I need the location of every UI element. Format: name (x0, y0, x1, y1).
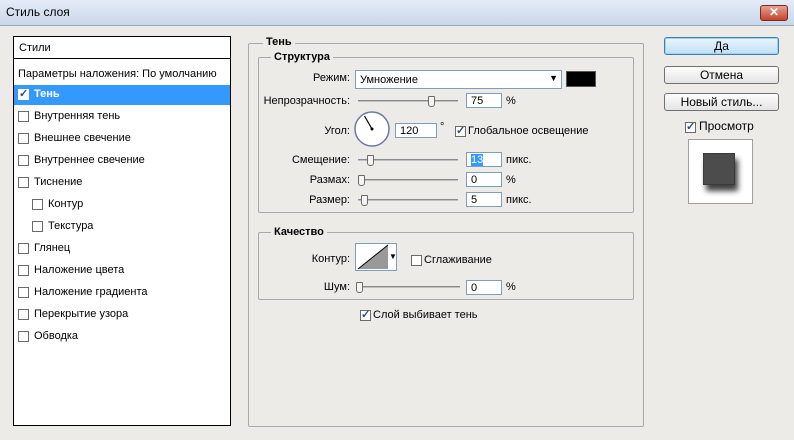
style-item-label: Текстура (48, 220, 94, 232)
size-unit: пикс. (506, 194, 532, 206)
blend-mode-label: Режим: (313, 72, 350, 84)
opacity-slider[interactable] (358, 96, 458, 107)
size-label: Размер: (309, 194, 350, 206)
ok-button[interactable]: Да (664, 37, 779, 55)
dialog-body: Стили Параметры наложения: По умолчанию … (0, 26, 794, 440)
opacity-input[interactable]: 75 (466, 93, 502, 108)
style-item[interactable]: Перекрытие узора (14, 305, 230, 325)
blend-mode-value: Умножение (360, 74, 418, 86)
style-item[interactable]: Наложение градиента (14, 283, 230, 303)
styles-header[interactable]: Стили (14, 37, 230, 59)
style-item[interactable]: Глянец (14, 239, 230, 259)
distance-input[interactable]: 13 (466, 152, 502, 167)
angle-dial[interactable] (353, 110, 391, 148)
style-item[interactable]: Внутреннее свечение (14, 151, 230, 171)
style-item-label: Глянец (34, 242, 71, 254)
style-item[interactable]: Внутренняя тень (14, 107, 230, 127)
style-item-checkbox[interactable] (18, 111, 29, 122)
style-preview (688, 139, 753, 204)
shadow-group-label: Тень (263, 36, 295, 48)
spread-input[interactable]: 0 (466, 172, 502, 187)
style-item[interactable]: Обводка (14, 327, 230, 347)
style-item[interactable]: Текстура (14, 217, 230, 237)
style-item-checkbox[interactable] (18, 177, 29, 188)
style-item-label: Тень (34, 88, 60, 100)
style-item[interactable]: Контур (14, 195, 230, 215)
opacity-unit: % (506, 95, 516, 107)
style-item-checkbox[interactable] (18, 243, 29, 254)
distance-unit: пикс. (506, 154, 532, 166)
close-icon: ✕ (768, 5, 780, 19)
noise-unit: % (506, 281, 516, 293)
opacity-label: Непрозрачность: (263, 95, 350, 107)
style-item-label: Наложение цвета (34, 264, 125, 276)
antialias-label: Сглаживание (424, 254, 492, 266)
chevron-down-icon: ▼ (389, 252, 397, 261)
style-item[interactable]: Тиснение (14, 173, 230, 193)
style-item-checkbox[interactable] (18, 265, 29, 276)
style-item-checkbox[interactable] (18, 287, 29, 298)
spread-unit: % (506, 174, 516, 186)
style-item-label: Контур (48, 198, 84, 210)
style-item-label: Тиснение (34, 176, 83, 188)
distance-slider[interactable] (358, 155, 458, 166)
style-item-checkbox[interactable] (18, 309, 29, 320)
preview-checkbox[interactable] (685, 120, 696, 133)
styles-list: Стили Параметры наложения: По умолчанию … (13, 36, 231, 426)
style-item[interactable]: Тень (14, 85, 230, 105)
contour-label: Контур: (311, 253, 350, 265)
title-bar: Стиль слоя ✕ (0, 0, 794, 26)
contour-picker[interactable]: ▼ (355, 243, 397, 271)
size-input[interactable]: 5 (466, 192, 502, 207)
structure-group-label: Структура (271, 51, 333, 63)
style-item-label: Внутреннее свечение (34, 154, 145, 166)
window-title: Стиль слоя (6, 5, 70, 19)
opacity-slider-thumb[interactable] (428, 96, 435, 107)
style-item[interactable]: Внешнее свечение (14, 129, 230, 149)
style-item-checkbox[interactable] (18, 155, 29, 166)
angle-unit: ° (440, 121, 445, 133)
global-light-checkbox[interactable] (455, 124, 466, 137)
quality-group-label: Качество (271, 226, 327, 238)
noise-input[interactable]: 0 (466, 280, 502, 295)
blend-mode-select[interactable]: Умножение ▼ (355, 70, 562, 89)
contour-curve-icon (357, 244, 389, 270)
global-light-label: Глобальное освещение (468, 125, 589, 137)
noise-slider-thumb[interactable] (356, 282, 363, 293)
style-item-checkbox[interactable] (18, 87, 29, 100)
spread-label: Размах: (309, 174, 350, 186)
distance-value: 13 (471, 154, 484, 166)
knockout-checkbox[interactable] (360, 308, 371, 321)
style-item-checkbox[interactable] (18, 331, 29, 342)
style-item-label: Внутренняя тень (34, 110, 121, 122)
style-item-label: Перекрытие узора (34, 308, 129, 320)
style-item-label: Наложение градиента (34, 286, 148, 298)
noise-slider[interactable] (356, 282, 460, 293)
angle-label: Угол: (324, 125, 350, 137)
style-item-checkbox[interactable] (18, 133, 29, 144)
style-item[interactable]: Наложение цвета (14, 261, 230, 281)
shadow-color-swatch[interactable] (566, 71, 596, 87)
new-style-button[interactable]: Новый стиль... (664, 93, 779, 111)
spread-slider[interactable] (358, 175, 458, 186)
style-item-checkbox[interactable] (32, 199, 43, 210)
style-item-checkbox[interactable] (32, 221, 43, 232)
size-slider[interactable] (358, 195, 458, 206)
antialias-checkbox[interactable] (411, 255, 422, 266)
distance-label: Смещение: (291, 154, 350, 166)
close-button[interactable]: ✕ (760, 5, 788, 21)
blending-options-item[interactable]: Параметры наложения: По умолчанию (14, 65, 230, 83)
style-item-label: Обводка (34, 330, 79, 342)
size-slider-thumb[interactable] (361, 195, 368, 206)
chevron-down-icon: ▼ (549, 73, 558, 83)
angle-input[interactable]: 120 (395, 123, 437, 138)
spread-slider-thumb[interactable] (358, 175, 365, 186)
distance-slider-thumb[interactable] (367, 155, 374, 166)
preview-label: Просмотр (699, 119, 754, 133)
style-item-label: Внешнее свечение (34, 132, 131, 144)
cancel-button[interactable]: Отмена (664, 66, 779, 84)
knockout-label: Слой выбивает тень (373, 309, 478, 321)
noise-label: Шум: (323, 281, 350, 293)
